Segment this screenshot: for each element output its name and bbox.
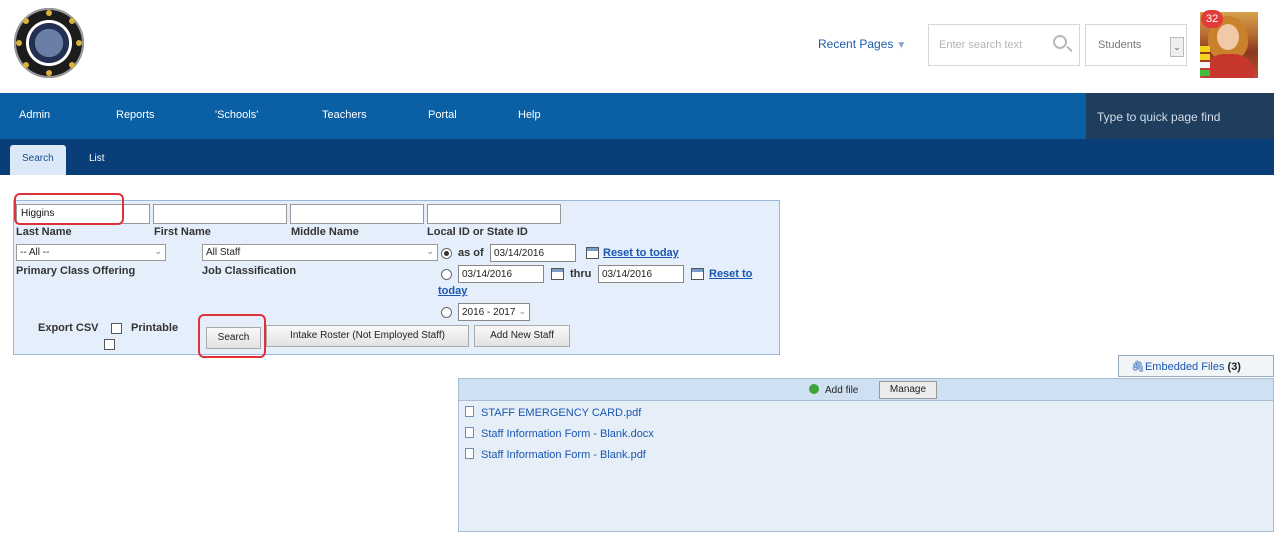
add-file-button[interactable]: Add file: [809, 384, 858, 396]
file-item[interactable]: STAFF EMERGENCY CARD.pdf: [465, 406, 641, 419]
chevron-down-icon: ⌄: [426, 246, 434, 256]
embedded-files-count: (3): [1227, 361, 1241, 373]
school-year-select[interactable]: 2016 - 2017 ⌄: [458, 303, 530, 321]
nav-item-schools[interactable]: 'Schools': [215, 109, 258, 121]
local-id-input[interactable]: [427, 204, 561, 224]
notification-badge[interactable]: 32: [1201, 10, 1224, 28]
quick-find-input[interactable]: Type to quick page find: [1086, 93, 1274, 139]
recent-pages-label: Recent Pages: [818, 37, 894, 51]
first-name-input[interactable]: [153, 204, 287, 224]
local-id-label: Local ID or State ID: [427, 226, 528, 238]
manage-button[interactable]: Manage: [879, 381, 937, 399]
document-icon: [465, 448, 474, 459]
job-classification-select[interactable]: All Staff ⌄: [202, 244, 438, 261]
first-name-label: First Name: [154, 226, 211, 238]
sub-nav: Search List: [0, 139, 1274, 175]
add-icon: [809, 384, 819, 394]
file-item[interactable]: Staff Information Form - Blank.pdf: [465, 448, 646, 461]
tab-search[interactable]: Search: [10, 145, 66, 175]
chevron-down-icon: ▼: [896, 40, 907, 51]
as-of-label: as of: [458, 247, 484, 259]
file-name: Staff Information Form - Blank.docx: [481, 428, 654, 440]
printable-checkbox[interactable]: [104, 339, 115, 350]
export-csv-checkbox[interactable]: [111, 323, 122, 334]
last-name-label: Last Name: [16, 226, 72, 238]
search-placeholder: Enter search text: [939, 39, 1023, 51]
file-name: STAFF EMERGENCY CARD.pdf: [481, 407, 642, 419]
calendar-icon[interactable]: [551, 268, 564, 280]
export-csv-label: Export CSV: [38, 322, 99, 334]
add-new-staff-button[interactable]: Add New Staff: [474, 325, 570, 347]
printable-label: Printable: [131, 322, 179, 334]
main-nav: Admin Reports 'Schools' Teachers Portal …: [0, 93, 1274, 139]
search-scope-select[interactable]: Students ⌄: [1085, 24, 1187, 66]
radio-date-range[interactable]: [441, 269, 452, 280]
school-year-value: 2016 - 2017: [462, 307, 516, 318]
reset-to-today-link-2[interactable]: Reset to: [709, 268, 752, 280]
class-offering-label: Primary Class Offering: [16, 265, 136, 277]
middle-name-label: Middle Name: [291, 226, 359, 238]
file-item[interactable]: Staff Information Form - Blank.docx: [465, 427, 654, 440]
district-logo: [14, 8, 84, 78]
reset-to-today-link-2b[interactable]: today: [438, 285, 467, 297]
chevron-down-icon: ⌄: [154, 246, 162, 256]
calendar-icon[interactable]: [691, 268, 704, 280]
nav-item-teachers[interactable]: Teachers: [322, 109, 367, 121]
class-offering-select[interactable]: -- All -- ⌄: [16, 244, 166, 261]
recent-pages-menu[interactable]: Recent Pages ▼: [818, 37, 906, 51]
class-offering-value: -- All --: [20, 247, 50, 258]
embedded-files-panel: Add file Manage STAFF EMERGENCY CARD.pdf…: [458, 378, 1274, 532]
thru-label: thru: [570, 268, 592, 280]
document-icon: [465, 406, 474, 417]
chevron-down-icon: ⌄: [518, 306, 526, 316]
as-of-date-input[interactable]: 03/14/2016: [490, 244, 576, 262]
middle-name-input[interactable]: [290, 204, 424, 224]
radio-as-of[interactable]: [441, 248, 452, 259]
intake-roster-button[interactable]: Intake Roster (Not Employed Staff): [266, 325, 469, 347]
paperclip-icon: 🖇: [1131, 361, 1145, 373]
tab-list[interactable]: List: [77, 145, 117, 175]
highlight-search-button: [198, 314, 266, 358]
status-flags: [1200, 46, 1210, 78]
search-scope-value: Students: [1098, 39, 1142, 51]
job-classification-value: All Staff: [206, 247, 241, 258]
range-start-input[interactable]: 03/14/2016: [458, 265, 544, 283]
nav-item-portal[interactable]: Portal: [428, 109, 457, 121]
document-icon: [465, 427, 474, 438]
staff-search-form: Higgins Last Name First Name Middle Name…: [13, 193, 780, 358]
file-name: Staff Information Form - Blank.pdf: [481, 449, 646, 461]
chevron-down-icon[interactable]: ⌄: [1170, 37, 1184, 57]
nav-item-reports[interactable]: Reports: [116, 109, 155, 121]
highlight-last-name: [14, 193, 124, 225]
top-header: Recent Pages ▼ Enter search text Students…: [0, 0, 1274, 93]
files-toolbar: Add file Manage: [459, 379, 1273, 401]
nav-item-help[interactable]: Help: [518, 109, 541, 121]
search-input[interactable]: Enter search text: [928, 24, 1080, 66]
add-file-label: Add file: [825, 385, 859, 396]
calendar-icon[interactable]: [586, 247, 599, 259]
range-end-input[interactable]: 03/14/2016: [598, 265, 684, 283]
nav-item-admin[interactable]: Admin: [19, 109, 50, 121]
embedded-files-label: Embedded Files: [1144, 361, 1225, 373]
reset-to-today-link[interactable]: Reset to today: [603, 247, 679, 259]
job-classification-label: Job Classification: [202, 265, 297, 277]
embedded-files-tab[interactable]: 🖇Embedded Files (3): [1118, 355, 1274, 377]
radio-school-year[interactable]: [441, 307, 452, 318]
search-icon[interactable]: [1053, 35, 1067, 49]
